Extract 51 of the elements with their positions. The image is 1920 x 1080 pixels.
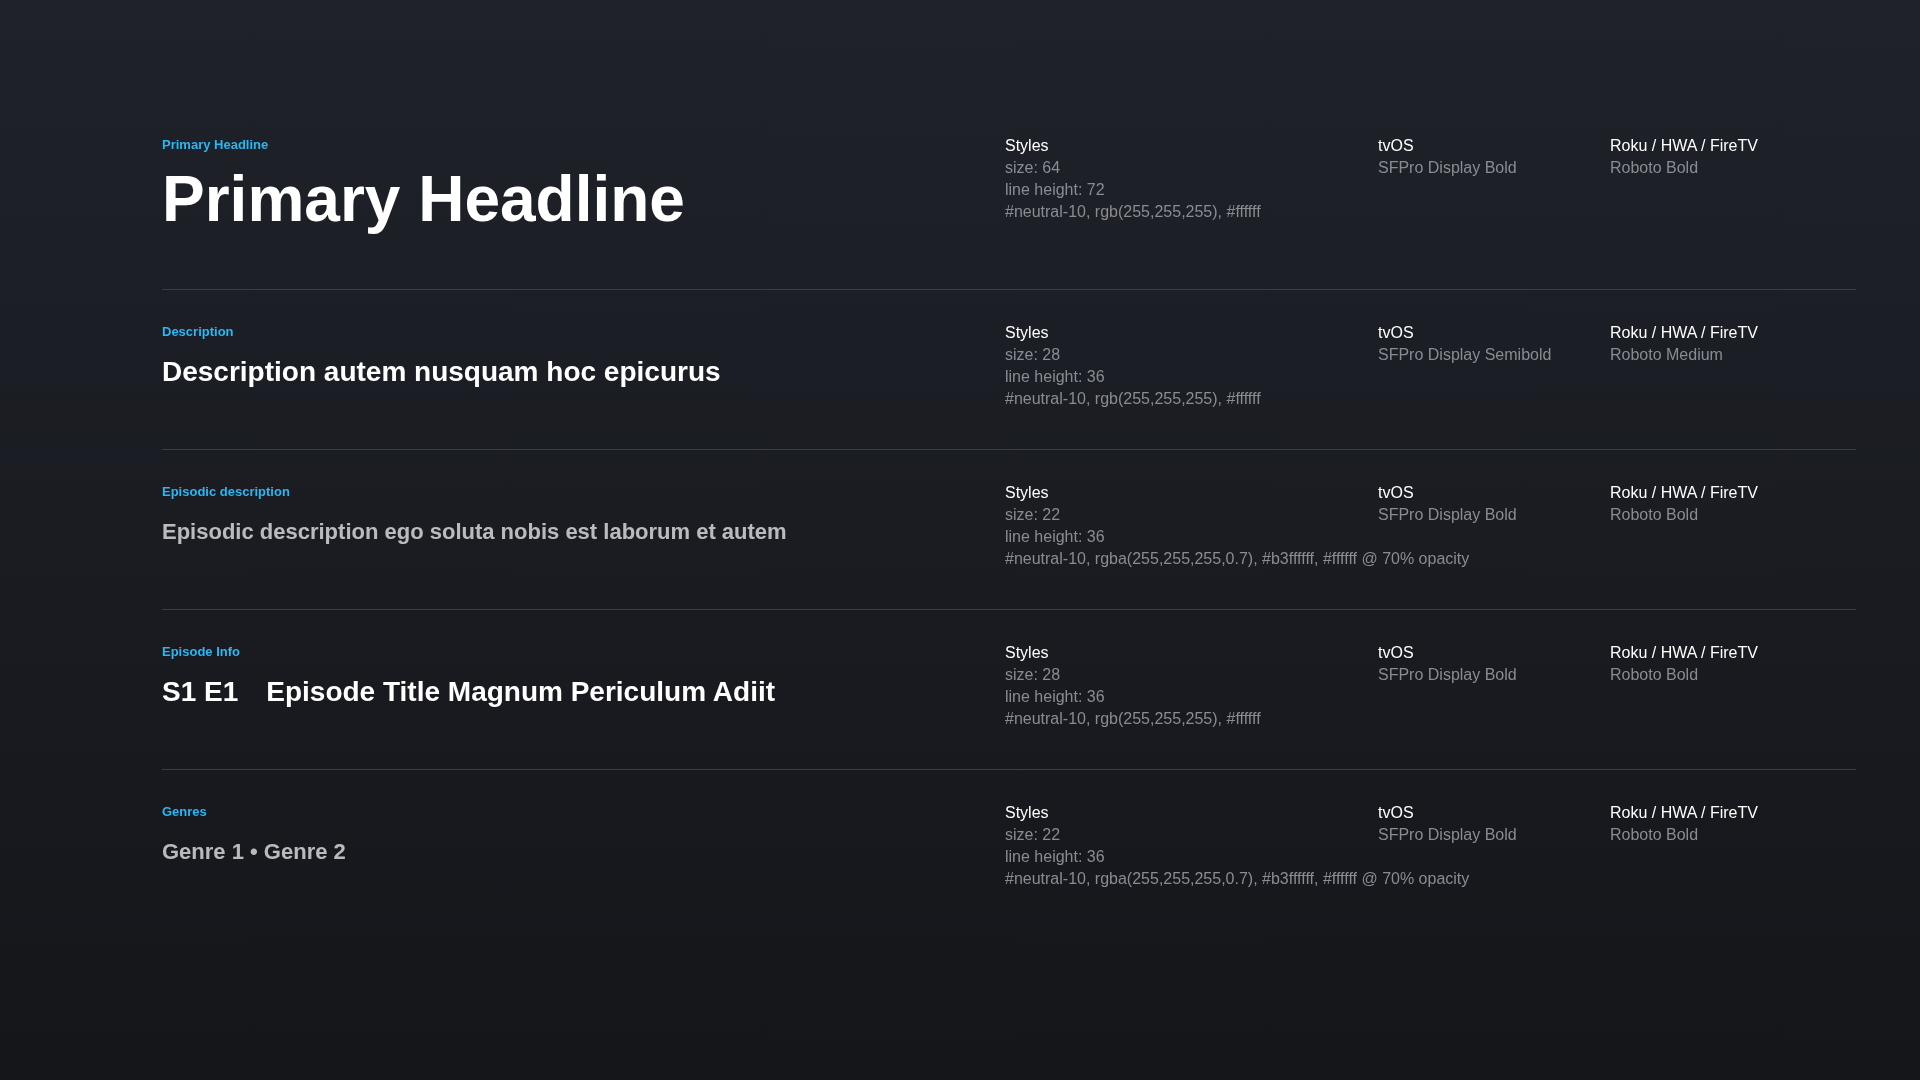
spec-text: size: 22: [1005, 825, 1061, 845]
column-heading: tvOS: [1378, 643, 1414, 663]
spec-text: line height: 72: [1005, 180, 1105, 200]
font-name: Roboto Bold: [1610, 825, 1699, 845]
column-heading: Styles: [1005, 136, 1049, 156]
column-heading: Roku / HWA / FireTV: [1610, 136, 1758, 156]
spec-text: line height: 36: [1005, 367, 1105, 387]
font-name: SFPro Display Bold: [1378, 505, 1517, 525]
column-heading: Styles: [1005, 323, 1049, 343]
font-name: SFPro Display Bold: [1378, 665, 1517, 685]
font-name: SFPro Display Semibold: [1378, 345, 1552, 365]
column-heading: Styles: [1005, 803, 1049, 823]
sample-text: Description autem nusquam hoc epicurus: [162, 354, 721, 389]
spec-text: #neutral-10, rgb(255,255,255), #ffffff: [1005, 709, 1261, 729]
sample-text: Episodic description ego soluta nobis est laborum et autem: [162, 517, 787, 546]
column-heading: Styles: [1005, 643, 1049, 663]
spec-text: #neutral-10, rgba(255,255,255,0.7), #b3ffffff, #ffffff @ 70% opacity: [1005, 549, 1470, 569]
spec-text: size: 64: [1005, 158, 1061, 178]
column-heading: tvOS: [1378, 803, 1414, 823]
spec-text: #neutral-10, rgb(255,255,255), #ffffff: [1005, 202, 1261, 222]
font-name: Roboto Medium: [1610, 345, 1723, 365]
font-name: Roboto Bold: [1610, 665, 1699, 685]
column-heading: tvOS: [1378, 136, 1414, 156]
spec-text: size: 28: [1005, 345, 1061, 365]
sample-text: Episode Title Magnum Periculum Adiit: [266, 674, 775, 709]
sample-text: Primary Headline: [162, 162, 685, 235]
column-heading: Styles: [1005, 483, 1049, 503]
style-label: Genres: [162, 803, 207, 821]
spec-text: #neutral-10, rgb(255,255,255), #ffffff: [1005, 389, 1261, 409]
column-heading: Roku / HWA / FireTV: [1610, 483, 1758, 503]
spec-text: size: 22: [1005, 505, 1061, 525]
column-heading: Roku / HWA / FireTV: [1610, 803, 1758, 823]
spec-text: line height: 36: [1005, 847, 1105, 867]
style-label: Description: [162, 323, 234, 341]
font-name: Roboto Bold: [1610, 505, 1699, 525]
style-label: Episodic description: [162, 483, 290, 501]
font-name: Roboto Bold: [1610, 158, 1699, 178]
spec-text: line height: 36: [1005, 527, 1105, 547]
style-label: Episode Info: [162, 643, 240, 661]
style-label: Primary Headline: [162, 136, 269, 154]
font-name: SFPro Display Bold: [1378, 158, 1517, 178]
spec-text: #neutral-10, rgba(255,255,255,0.7), #b3ffffff, #ffffff @ 70% opacity: [1005, 869, 1470, 889]
column-heading: tvOS: [1378, 323, 1414, 343]
spec-text: line height: 36: [1005, 687, 1105, 707]
sample-text: Genre 1 • Genre 2: [162, 837, 346, 866]
column-heading: Roku / HWA / FireTV: [1610, 643, 1758, 663]
column-heading: Roku / HWA / FireTV: [1610, 323, 1758, 343]
sample-text: S1 E1: [162, 674, 239, 709]
column-heading: tvOS: [1378, 483, 1414, 503]
spec-text: size: 28: [1005, 665, 1061, 685]
font-name: SFPro Display Bold: [1378, 825, 1517, 845]
